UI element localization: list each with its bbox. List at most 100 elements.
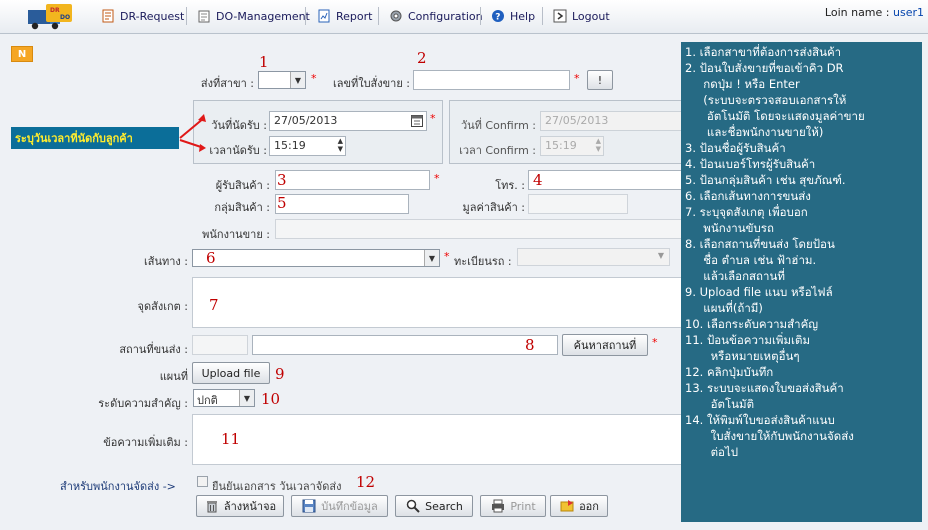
confirm-doc-checkbox[interactable] xyxy=(197,476,208,487)
menu-divider xyxy=(480,7,481,25)
route-select[interactable]: ▼ xyxy=(192,249,440,267)
annotation-number: 1 xyxy=(259,53,269,71)
help-line: 1. เลือกสาขาที่ต้องการส่งสินค้า xyxy=(685,45,842,59)
for-staff-label: สำหรับพนักงานจัดส่ง -> xyxy=(60,480,176,493)
exit-folder-icon xyxy=(559,498,575,514)
menu-do-management[interactable]: DO-Management xyxy=(196,7,310,25)
svg-text:?: ? xyxy=(495,13,500,23)
help-line: 8. เลือกสถานที่ขนส่ง โดยป้อน xyxy=(685,237,835,251)
confirm-date-label: วันที่ Confirm : xyxy=(460,119,536,132)
document-icon xyxy=(100,8,116,24)
search-location-button[interactable]: ค้นหาสถานที่ xyxy=(562,334,648,356)
branch-select[interactable]: ▼ xyxy=(258,71,306,89)
exit-button[interactable]: ออก xyxy=(550,495,608,517)
clear-button[interactable]: ล้างหน้าจอ xyxy=(196,495,284,517)
required-asterisk: * xyxy=(430,112,436,125)
salesperson-label: พนักงานขาย : xyxy=(202,228,270,241)
priority-select[interactable]: ปกติ ▼ xyxy=(193,389,255,407)
location-input[interactable] xyxy=(252,335,558,355)
spinner-icon[interactable]: ▲ ▼ xyxy=(338,137,343,153)
chevron-down-icon: ▼ xyxy=(424,250,439,266)
save-label: บันทึกข้อมูล xyxy=(321,500,378,513)
chevron-down-icon: ▼ xyxy=(657,251,664,260)
menu-divider xyxy=(305,7,306,25)
calendar-icon[interactable] xyxy=(411,114,423,130)
so-number-input[interactable] xyxy=(413,70,570,90)
receiver-input[interactable] xyxy=(275,170,430,190)
upload-file-button[interactable]: Upload file xyxy=(192,362,270,384)
chevron-down-icon: ▼ xyxy=(290,72,305,88)
menu-divider xyxy=(378,7,379,25)
help-line: อัตโนมัติ xyxy=(685,397,755,411)
help-line: แล้วเลือกสถานที่ xyxy=(685,269,785,283)
help-line: อัตโนมัติ โดยจะแสดงมูลค่าขาย xyxy=(685,109,865,123)
help-line: หรือหมายเหตุอื่นๆ xyxy=(685,349,800,363)
menu-logout[interactable]: Logout xyxy=(552,7,610,25)
confirm-date-input[interactable]: 27/05/2013 xyxy=(540,111,684,131)
menu-label: Logout xyxy=(572,9,610,23)
help-line: 7. ระบุจุดสังเกตุ เพื่อบอก xyxy=(685,205,808,219)
product-group-input[interactable] xyxy=(275,194,409,214)
annotation-number: 8 xyxy=(525,336,535,354)
help-line: แผนที่(ถ้ามี) xyxy=(685,301,763,315)
check-so-button[interactable]: ! xyxy=(587,70,613,90)
plate-label: ทะเบียนรถ : xyxy=(454,255,512,268)
spinner-icon: ▲ ▼ xyxy=(595,137,601,153)
appointment-callout: ระบุวันเวลาที่นัดกับลูกค้า xyxy=(11,127,179,149)
menu-help[interactable]: ? Help xyxy=(490,7,535,25)
print-label: Print xyxy=(510,499,536,513)
location-code-input xyxy=(192,335,248,355)
menu-label: Configuration xyxy=(408,9,483,23)
appt-time-value: 15:19 xyxy=(274,139,306,152)
map-label: แผนที่ xyxy=(159,370,188,383)
menu-report[interactable]: Report xyxy=(316,7,372,25)
help-line: 11. ป้อนข้อความเพิ่มเติม xyxy=(685,333,811,347)
help-line: 9. Upload file แนบ หรือไฟล์ xyxy=(685,285,833,299)
extra-textarea[interactable] xyxy=(192,414,684,465)
menu-label: Report xyxy=(336,9,373,23)
report-icon xyxy=(316,8,332,24)
menu-divider xyxy=(542,7,543,25)
plate-select[interactable]: ▼ xyxy=(517,248,670,266)
confirm-time-input[interactable]: 15:19 ▲ ▼ xyxy=(540,136,604,156)
print-button[interactable]: Print xyxy=(480,495,546,517)
login-user[interactable]: user1 xyxy=(893,6,924,19)
annotation-number: 11 xyxy=(221,430,241,448)
search-icon xyxy=(405,498,421,514)
help-line: 6. เลือกเส้นทางการขนส่ง xyxy=(685,189,811,203)
gear-icon xyxy=(388,8,404,24)
phone-input[interactable] xyxy=(528,170,684,190)
note-textarea[interactable] xyxy=(192,277,684,328)
exit-label: ออก xyxy=(579,500,599,513)
search-button[interactable]: Search xyxy=(395,495,473,517)
callout-arrow-icon xyxy=(179,114,206,152)
note-label: จุดสังเกต : xyxy=(137,300,188,313)
confirm-doc-label: ยืนยันเอกสาร วันเวลาจัดส่ง xyxy=(212,480,342,493)
help-line: ต่อไป xyxy=(685,445,739,459)
logout-icon xyxy=(552,8,568,24)
login-label: Loin name : xyxy=(824,6,890,19)
instructions-panel: 1. เลือกสาขาที่ต้องการส่งสินค้า 2. ป้อนใ… xyxy=(681,42,922,522)
menu-configuration[interactable]: Configuration xyxy=(388,7,483,25)
product-group-label: กลุ่มสินค้า : xyxy=(214,201,270,214)
help-icon: ? xyxy=(490,8,506,24)
annotation-number: 5 xyxy=(277,194,287,212)
chevron-down-icon: ▼ xyxy=(239,390,254,406)
product-value-label: มูลค่าสินค้า : xyxy=(462,201,526,214)
required-asterisk: * xyxy=(574,72,580,85)
notepad-icon xyxy=(196,8,212,24)
menu-dr-request[interactable]: DR-Request xyxy=(100,7,184,25)
annotation-number: 7 xyxy=(209,296,219,314)
confirm-time-value: 15:19 xyxy=(545,139,577,152)
save-button[interactable]: บันทึกข้อมูล xyxy=(291,495,388,517)
app-logo[interactable]: DR DO xyxy=(26,2,74,32)
clear-label: ล้างหน้าจอ xyxy=(223,500,277,513)
menu-label: DR-Request xyxy=(120,9,185,23)
trash-icon xyxy=(204,498,220,514)
branch-label: ส่งที่สาขา : xyxy=(200,77,254,90)
help-line: 12. คลิกปุ่มบันทึก xyxy=(685,365,774,379)
floppy-disk-icon xyxy=(301,498,317,514)
appt-time-input[interactable]: 15:19 ▲ ▼ xyxy=(269,136,346,156)
appt-date-input[interactable]: 27/05/2013 xyxy=(269,111,427,131)
annotation-number: 9 xyxy=(275,365,285,383)
